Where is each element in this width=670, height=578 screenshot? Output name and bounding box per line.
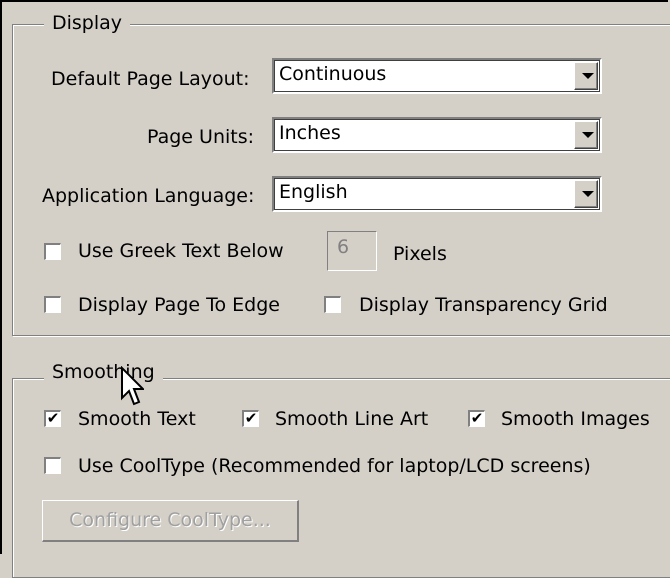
chevron-down-icon[interactable]	[574, 180, 598, 208]
default-page-layout-value: Continuous	[279, 63, 387, 85]
page-to-edge-checkbox[interactable]	[44, 296, 61, 313]
chevron-down-icon[interactable]	[574, 62, 598, 90]
smooth-text-label: Smooth Text	[78, 408, 196, 430]
page-to-edge-label: Display Page To Edge	[78, 294, 280, 316]
greek-text-label: Use Greek Text Below	[78, 240, 284, 262]
application-language-select[interactable]: English	[272, 176, 602, 212]
smooth-images-checkbox[interactable]: ✔	[468, 410, 485, 427]
page-units-value: Inches	[279, 122, 341, 144]
configure-cooltype-button[interactable]: Configure CoolType...	[42, 500, 299, 542]
chevron-down-icon[interactable]	[574, 121, 598, 149]
display-group-legend: Display	[44, 12, 131, 34]
smooth-line-art-checkbox[interactable]: ✔	[242, 410, 259, 427]
cooltype-checkbox[interactable]	[44, 457, 61, 474]
transparency-grid-checkbox[interactable]	[324, 296, 341, 313]
cooltype-label: Use CoolType (Recommended for laptop/LCD…	[78, 455, 591, 477]
pixels-unit-label: Pixels	[393, 243, 447, 265]
smooth-line-art-label: Smooth Line Art	[275, 408, 429, 430]
smooth-images-label: Smooth Images	[501, 408, 650, 430]
mouse-pointer-icon	[121, 366, 144, 406]
default-page-layout-label: Default Page Layout:	[51, 68, 250, 90]
transparency-grid-label: Display Transparency Grid	[359, 294, 608, 316]
greek-text-pixels-field: 6	[327, 231, 377, 271]
page-units-select[interactable]: Inches	[272, 117, 602, 153]
application-language-label: Application Language:	[42, 185, 255, 207]
default-page-layout-select[interactable]: Continuous	[272, 58, 602, 94]
application-language-value: English	[279, 181, 348, 203]
greek-text-checkbox[interactable]	[44, 243, 61, 260]
smooth-text-checkbox[interactable]: ✔	[44, 410, 61, 427]
page-units-label: Page Units:	[147, 126, 255, 148]
smoothing-group-legend: Smoothing	[44, 361, 163, 383]
